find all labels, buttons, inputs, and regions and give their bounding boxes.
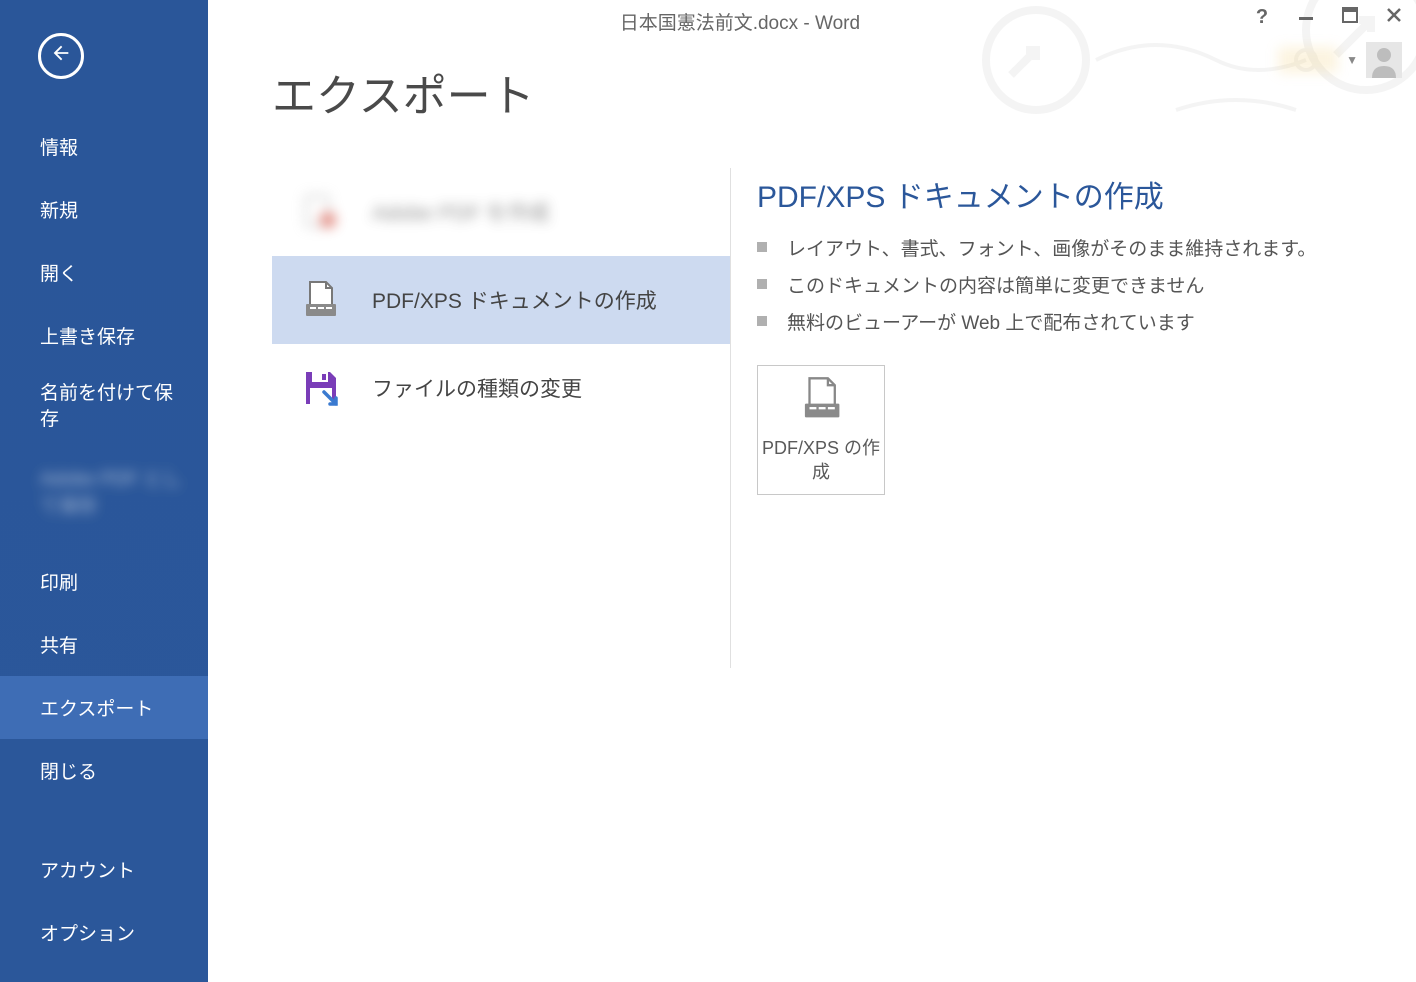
export-opt-change-file-type[interactable]: ファイルの種類の変更 — [272, 344, 730, 432]
export-opt-label: Adobe PDF を作成 — [372, 197, 549, 227]
page-title: エクスポート — [272, 60, 1416, 124]
user-name-blurred — [1278, 47, 1338, 73]
pdf-xps-icon — [798, 376, 844, 427]
main-content: 日本国憲法前文.docx - Word ? ▼ エクスポ — [208, 0, 1416, 982]
help-button[interactable]: ? — [1250, 6, 1274, 29]
bullet-icon — [757, 279, 767, 289]
divider — [730, 168, 731, 668]
export-options-list: Adobe PDF を作成 — [272, 168, 730, 668]
detail-bullet-item: レイアウト、書式、フォント、画像がそのまま維持されます。 — [757, 234, 1416, 261]
action-button-label: PDF/XPS の作成 — [758, 437, 884, 484]
export-opt-label: ファイルの種類の変更 — [372, 373, 582, 403]
close-button[interactable] — [1382, 6, 1406, 29]
nav-item-saveas[interactable]: 名前を付けて保存 — [0, 367, 208, 446]
nav-item-open[interactable]: 開く — [0, 241, 208, 304]
back-arrow-icon — [50, 42, 72, 70]
document-title: 日本国憲法前文.docx - Word — [620, 8, 860, 35]
bullet-icon — [757, 242, 767, 252]
details-heading: PDF/XPS ドキュメントの作成 — [757, 172, 1416, 216]
nav-item-print[interactable]: 印刷 — [0, 550, 208, 613]
user-account-area[interactable]: ▼ — [1278, 42, 1402, 78]
chevron-down-icon: ▼ — [1346, 53, 1358, 67]
export-opt-adobe-pdf[interactable]: Adobe PDF を作成 — [272, 168, 730, 256]
restore-button[interactable] — [1338, 6, 1362, 29]
nav-item-export[interactable]: エクスポート — [0, 676, 208, 739]
avatar[interactable] — [1366, 42, 1402, 78]
nav-item-account[interactable]: アカウント — [0, 838, 208, 901]
export-details-panel: PDF/XPS ドキュメントの作成 レイアウト、書式、フォント、画像がそのまま維… — [757, 168, 1416, 668]
adobe-pdf-icon — [300, 192, 340, 232]
nav-item-info[interactable]: 情報 — [0, 115, 208, 178]
nav-item-share[interactable]: 共有 — [0, 613, 208, 676]
export-opt-pdf-xps[interactable]: PDF/XPS ドキュメントの作成 — [272, 256, 730, 344]
nav-item-close[interactable]: 閉じる — [0, 739, 208, 802]
nav-item-adobe-pdf[interactable]: Adobe PDF として保存 — [0, 446, 208, 536]
nav-item-new[interactable]: 新規 — [0, 178, 208, 241]
backstage-sidebar: 情報 新規 開く 上書き保存 名前を付けて保存 Adobe PDF として保存 … — [0, 0, 208, 982]
minimize-button[interactable] — [1294, 6, 1318, 29]
back-button[interactable] — [38, 33, 84, 79]
save-as-icon — [300, 368, 340, 408]
export-opt-label: PDF/XPS ドキュメントの作成 — [372, 285, 657, 315]
nav-item-options[interactable]: オプション — [0, 901, 208, 964]
bullet-icon — [757, 316, 767, 326]
create-pdf-xps-button[interactable]: PDF/XPS の作成 — [757, 365, 885, 495]
nav-item-save[interactable]: 上書き保存 — [0, 304, 208, 367]
detail-bullet-item: このドキュメントの内容は簡単に変更できません — [757, 271, 1416, 298]
detail-bullet-item: 無料のビューアーが Web 上で配布されています — [757, 308, 1416, 335]
pdf-xps-icon — [300, 280, 340, 320]
titlebar: 日本国憲法前文.docx - Word ? — [208, 0, 1416, 42]
